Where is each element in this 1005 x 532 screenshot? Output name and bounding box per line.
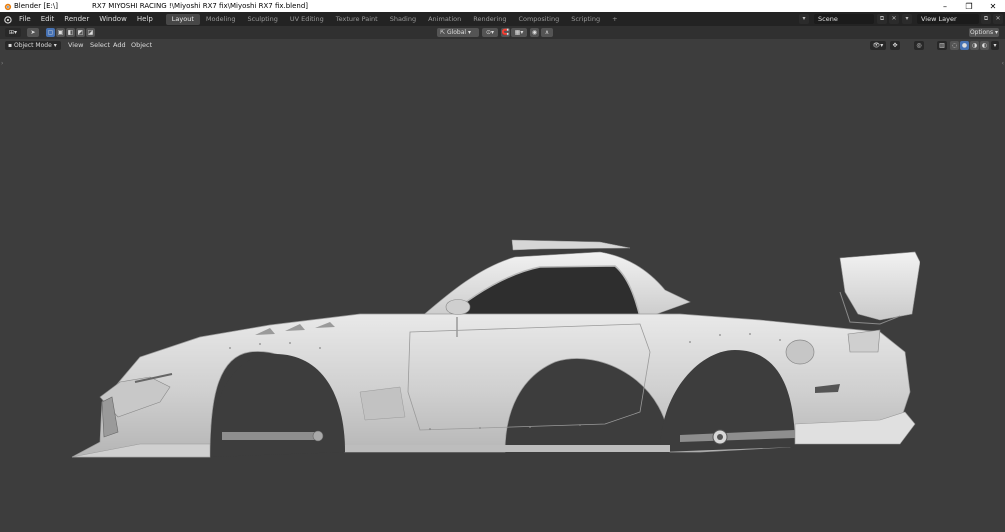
chevron-down-icon: ▾ [466, 29, 471, 36]
menu-view[interactable]: View [68, 41, 83, 50]
tab-layout[interactable]: Layout [165, 13, 200, 25]
tab-scripting[interactable]: Scripting [565, 14, 606, 25]
menu-file[interactable]: File [14, 15, 36, 23]
app-name: Blender [E:\] [14, 2, 58, 10]
snap-target-icon[interactable]: ▦▾ [511, 28, 527, 37]
select-tool-icon[interactable]: ➤ [27, 28, 39, 37]
orientation-label: Global [446, 29, 467, 36]
top-bar: File Edit Render Window Help Layout Mode… [0, 12, 1005, 26]
menu-select[interactable]: Select [90, 41, 110, 50]
menu-add[interactable]: Add [113, 41, 126, 50]
menu-window[interactable]: Window [94, 15, 132, 23]
solid-shading-icon[interactable]: ● [960, 41, 969, 50]
gizmo-icon[interactable]: ✥ [890, 41, 900, 50]
options-dropdown[interactable]: Options ▾ [969, 28, 999, 37]
mode-invert-icon[interactable]: ◩ [76, 28, 85, 37]
view-layer-field[interactable]: View Layer [917, 14, 979, 24]
mode-extend-icon[interactable]: ▣ [56, 28, 65, 37]
minimize-button[interactable]: – [933, 0, 957, 12]
tab-uv-editing[interactable]: UV Editing [284, 14, 330, 25]
tab-modeling[interactable]: Modeling [200, 14, 242, 25]
car-model[interactable] [60, 227, 920, 467]
tab-rendering[interactable]: Rendering [467, 14, 512, 25]
mode-subtract-icon[interactable]: ◧ [66, 28, 75, 37]
blender-menu-icon[interactable] [0, 15, 14, 24]
toolbar-expand-icon[interactable]: › [1, 60, 3, 67]
window-title-bar: Blender [E:\] RX7 MIYOSHI RACING !\Miyos… [0, 0, 1005, 12]
mode-intersect-icon[interactable]: ◪ [86, 28, 95, 37]
menu-edit[interactable]: Edit [36, 15, 60, 23]
scene-name-field[interactable]: Scene [814, 14, 874, 24]
menu-object[interactable]: Object [131, 41, 152, 50]
restore-button[interactable]: ❐ [957, 0, 981, 12]
snap-toggle-icon[interactable]: 🧲 [501, 28, 510, 37]
delete-scene-icon[interactable]: ✕ [889, 14, 899, 24]
object-mode-label: Object Mode [13, 42, 52, 49]
options-label: Options [969, 29, 994, 36]
view-layer-browse-icon[interactable]: ▾ [902, 14, 912, 24]
new-scene-icon[interactable]: ⧉ [877, 14, 887, 24]
blender-logo-icon [2, 1, 12, 11]
tab-shading[interactable]: Shading [384, 14, 422, 25]
xray-icon[interactable]: ▥ [937, 41, 947, 50]
tab-sculpting[interactable]: Sculpting [241, 14, 283, 25]
proportional-edit-icon[interactable]: ◉ [530, 28, 539, 37]
add-workspace-button[interactable]: + [606, 14, 623, 25]
mode-new-icon[interactable]: ▢ [46, 28, 55, 37]
menu-render[interactable]: Render [59, 15, 94, 23]
close-button[interactable]: ✕ [981, 0, 1005, 12]
material-shading-icon[interactable]: ◑ [970, 41, 979, 50]
viewport-header: ▪ Object Mode ▾ View Select Add Object 👁… [0, 39, 1005, 52]
falloff-icon[interactable]: ∧ [541, 28, 553, 37]
tab-animation[interactable]: Animation [422, 14, 467, 25]
delete-view-layer-icon[interactable]: ✕ [993, 14, 1003, 24]
wireframe-shading-icon[interactable]: ◌ [950, 41, 959, 50]
visibility-icon[interactable]: 👁▾ [870, 41, 886, 50]
chevron-down-icon: ▾ [51, 42, 57, 49]
rendered-shading-icon[interactable]: ◐ [980, 41, 989, 50]
transform-orientation-dropdown[interactable]: ⇱ Global ▾ [437, 28, 479, 37]
scene-browse-icon[interactable]: ▾ [799, 14, 809, 24]
sidebar-expand-icon[interactable]: ‹ [1002, 60, 1004, 67]
pivot-point-icon[interactable]: ⊙▾ [482, 28, 498, 37]
tool-header: ⊞▾ ➤ ▢ ▣ ◧ ◩ ◪ ⇱ Global ▾ ⊙▾ 🧲 ▦▾ ◉ ∧ Op… [0, 26, 1005, 39]
new-view-layer-icon[interactable]: ⧉ [981, 14, 991, 24]
window-title: RX7 MIYOSHI RACING !\Miyoshi RX7 fix\Miy… [91, 2, 309, 10]
tab-texture-paint[interactable]: Texture Paint [330, 14, 384, 25]
3d-viewport[interactable]: › ‹ [0, 52, 1005, 532]
object-mode-dropdown[interactable]: ▪ Object Mode ▾ [5, 41, 61, 50]
tab-compositing[interactable]: Compositing [512, 14, 565, 25]
shading-options-icon[interactable]: ▾ [991, 41, 999, 50]
orientation-icon: ⇱ [440, 29, 447, 36]
overlay-icon[interactable]: ◎ [914, 41, 924, 50]
menu-help[interactable]: Help [132, 15, 158, 23]
editor-type-icon[interactable]: ⊞▾ [5, 28, 21, 37]
